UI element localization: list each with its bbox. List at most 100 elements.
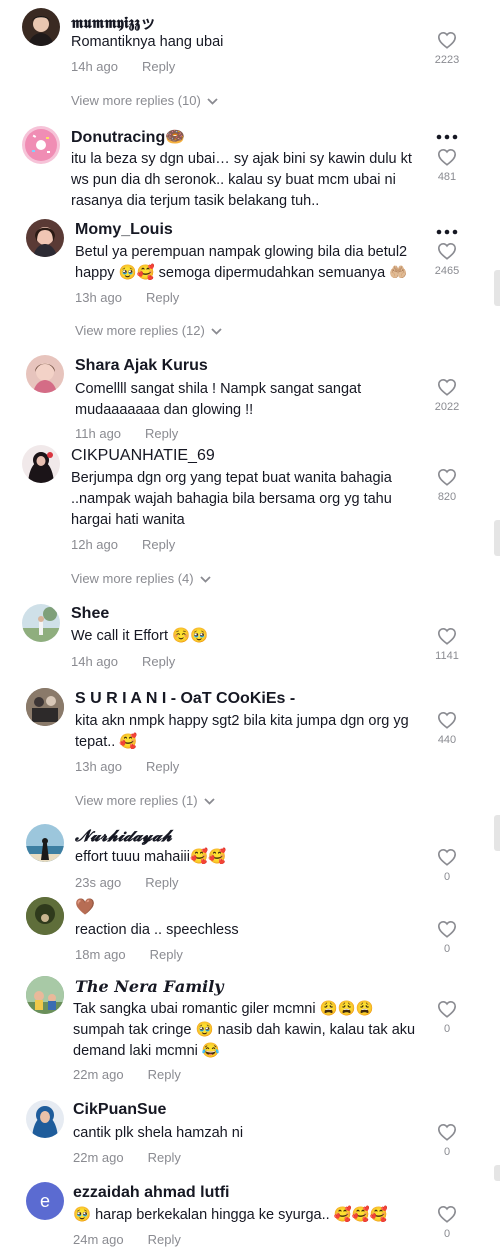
comment-meta: 23s ago Reply — [75, 875, 179, 890]
heart-outline-icon — [437, 378, 457, 396]
like-button[interactable]: 0 — [432, 848, 462, 883]
like-button[interactable]: 0 — [432, 1000, 462, 1035]
avatar[interactable] — [26, 219, 64, 257]
comment-username[interactable]: Shee — [71, 605, 109, 623]
avatar[interactable] — [26, 355, 64, 393]
like-count: 440 — [437, 734, 457, 746]
comment-username[interactable]: 𝑻𝒉𝒆 𝑵𝒆𝒓𝒂 𝑭𝒂𝒎𝒊𝒍𝒚 — [75, 977, 224, 996]
scroll-indicator[interactable] — [494, 815, 500, 851]
like-count: 2465 — [434, 265, 460, 277]
reply-button[interactable]: Reply — [142, 59, 175, 74]
reply-button[interactable]: Reply — [145, 875, 178, 890]
more-options-button[interactable] — [432, 219, 462, 240]
reply-button[interactable]: Reply — [142, 537, 175, 552]
avatar[interactable] — [26, 1100, 64, 1138]
comment-username[interactable]: ezzaidah ahmad lutfi — [73, 1184, 229, 1202]
comment-username[interactable]: Donutracing🍩 — [71, 127, 185, 147]
like-button[interactable]: 2465 — [432, 242, 462, 277]
more-dots-icon — [436, 229, 458, 235]
more-dots-icon — [436, 134, 458, 140]
comment-time: 18m ago — [75, 947, 126, 962]
reply-button[interactable]: Reply — [146, 290, 179, 305]
like-button[interactable]: 820 — [432, 468, 462, 503]
comment-time: 11h ago — [75, 426, 122, 441]
scroll-indicator[interactable] — [494, 270, 500, 306]
comment-username[interactable]: CIKPUANHATIE_69 — [71, 447, 215, 465]
more-options-button[interactable] — [432, 124, 462, 145]
avatar[interactable] — [26, 897, 64, 935]
avatar[interactable] — [26, 824, 64, 862]
avatar[interactable] — [22, 445, 60, 483]
like-button[interactable]: 2022 — [432, 378, 462, 413]
reply-button[interactable]: Reply — [145, 426, 178, 441]
comment-text: We call it Effort ☺️🥹 — [71, 628, 209, 644]
comment-text: 🥹 harap berkekalan hingga ke syurga.. 🥰🥰… — [73, 1207, 388, 1223]
like-count: 481 — [437, 171, 457, 183]
comment-username[interactable]: 🤎 — [75, 897, 95, 917]
avatar[interactable] — [22, 126, 60, 164]
chevron-down-icon — [211, 328, 222, 335]
reply-button[interactable]: Reply — [148, 1067, 181, 1082]
comment-time: 14h ago — [71, 654, 118, 669]
reply-button[interactable]: Reply — [146, 759, 179, 774]
like-button[interactable]: 0 — [432, 1123, 462, 1158]
view-more-replies[interactable]: View more replies (10) — [71, 93, 218, 108]
comment-text: Betul ya perempuan nampak glowing bila d… — [75, 244, 408, 281]
heart-outline-icon — [437, 848, 457, 866]
comment-username[interactable]: Momy_Louis — [75, 221, 173, 239]
heart-outline-icon — [437, 627, 457, 645]
comment-username[interactable]: CikPuanSue — [73, 1101, 166, 1119]
comment-text: Romantiknya hang ubai — [71, 34, 224, 50]
comment-meta: 13h ago Reply — [75, 759, 179, 774]
reply-button[interactable]: Reply — [142, 654, 175, 669]
view-more-replies[interactable]: View more replies (1) — [75, 793, 215, 808]
comment-username[interactable]: 𝖒𝖚𝖒𝖒𝖞𝖎𝖟𝖟ッ — [71, 9, 156, 33]
avatar-letter: e — [39, 1191, 50, 1211]
like-count: 0 — [443, 1023, 451, 1035]
comment-text: itu la beza sy dgn ubai… sy ajak bini sy… — [71, 151, 412, 209]
comment-username[interactable]: 𝓝𝓾𝓻𝓱𝓲𝓭𝓪𝔂𝓪𝓱 — [75, 826, 172, 846]
scroll-indicator[interactable] — [494, 520, 500, 556]
comment-time: 14h ago — [71, 59, 118, 74]
chevron-down-icon — [203, 798, 215, 805]
like-count: 0 — [443, 1146, 451, 1158]
reply-button[interactable]: Reply — [148, 1150, 181, 1165]
comment-text: Comellll sangat shila ! Nampk sangat san… — [75, 381, 362, 418]
avatar[interactable] — [26, 976, 64, 1014]
view-more-replies[interactable]: View more replies (4) — [71, 571, 211, 586]
heart-outline-icon — [437, 242, 457, 260]
comment-text: kita akn nmpk happy sgt2 bila kita jumpa… — [75, 713, 409, 750]
comment-meta: 11h ago Reply — [75, 426, 178, 441]
like-button[interactable]: 481 — [432, 148, 462, 183]
like-button[interactable]: 2223 — [432, 31, 462, 66]
like-count: 820 — [437, 491, 457, 503]
reply-button[interactable]: Reply — [148, 1232, 181, 1247]
scroll-indicator[interactable] — [494, 1165, 500, 1181]
view-more-replies[interactable]: View more replies (12) — [75, 323, 222, 338]
comment-time: 13h ago — [75, 759, 122, 774]
like-button[interactable]: 0 — [432, 1205, 462, 1240]
avatar[interactable] — [26, 688, 64, 726]
comment-meta: 14h ago Reply — [71, 59, 175, 74]
like-count: 1141 — [435, 650, 459, 662]
like-button[interactable]: 1141 — [432, 627, 462, 662]
like-count: 2022 — [434, 401, 460, 413]
reply-button[interactable]: Reply — [150, 947, 183, 962]
comment-text: effort tuuu mahaiii🥰🥰 — [75, 849, 227, 865]
heart-outline-icon — [437, 31, 457, 49]
heart-outline-icon — [437, 1000, 457, 1018]
like-count: 2223 — [434, 54, 460, 66]
like-button[interactable]: 440 — [432, 711, 462, 746]
comment-username[interactable]: S U R I A N I - OaT COoKiEs - — [75, 690, 295, 708]
comment-time: 23s ago — [75, 875, 122, 890]
heart-outline-icon — [437, 711, 457, 729]
avatar[interactable] — [22, 8, 60, 46]
avatar[interactable] — [22, 604, 60, 642]
comment-meta: 22m ago Reply — [73, 1150, 181, 1165]
heart-outline-icon — [437, 1205, 457, 1223]
like-button[interactable]: 0 — [432, 920, 462, 955]
comment-meta: 13h ago Reply — [75, 290, 179, 305]
comment-username[interactable]: Shara Ajak Kurus — [75, 357, 208, 375]
avatar[interactable]: e — [26, 1182, 64, 1220]
heart-outline-icon — [437, 468, 457, 486]
